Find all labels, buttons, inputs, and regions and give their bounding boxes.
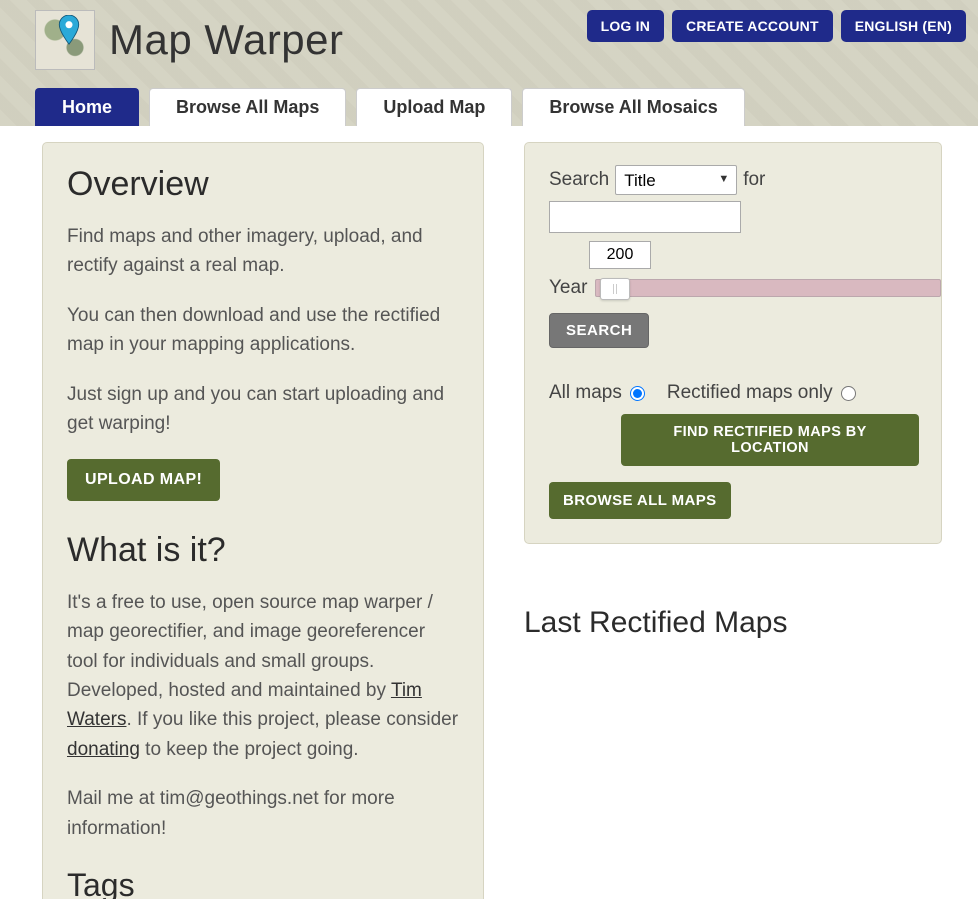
header: Map Warper LOG IN CREATE ACCOUNT ENGLISH… (0, 0, 978, 126)
tab-browse-mosaics[interactable]: Browse All Mosaics (522, 88, 744, 126)
rectified-only-label: Rectified maps only (667, 382, 833, 404)
tab-browse-maps[interactable]: Browse All Maps (149, 88, 346, 126)
main-tabs: Home Browse All Maps Upload Map Browse A… (35, 88, 745, 126)
overview-p1: Find maps and other imagery, upload, and… (67, 222, 459, 281)
overview-p2: You can then download and use the rectif… (67, 301, 459, 360)
search-label: Search (549, 169, 609, 191)
donating-link[interactable]: donating (67, 739, 140, 760)
year-input[interactable] (589, 241, 651, 269)
site-title: Map Warper (109, 16, 344, 64)
site-logo[interactable] (35, 10, 95, 70)
tab-home[interactable]: Home (35, 88, 139, 126)
overview-heading: Overview (67, 165, 459, 204)
all-maps-label: All maps (549, 382, 622, 404)
overview-panel: Overview Find maps and other imagery, up… (42, 142, 484, 899)
whatis-p2: Mail me at tim@geothings.net for more in… (67, 784, 459, 843)
upload-map-button[interactable]: UPLOAD MAP! (67, 459, 220, 501)
search-button[interactable]: SEARCH (549, 313, 649, 348)
search-panel: Search Title ▼ for Year SEARCH (524, 142, 942, 544)
browse-all-maps-button[interactable]: BROWSE ALL MAPS (549, 482, 731, 519)
map-pin-icon (58, 15, 80, 45)
search-text-input[interactable] (549, 201, 741, 233)
whatis-heading: What is it? (67, 531, 459, 570)
all-maps-radio[interactable] (630, 386, 645, 401)
search-field-select[interactable]: Title (615, 165, 737, 195)
year-slider-thumb[interactable] (600, 278, 630, 300)
find-rectified-button[interactable]: FIND RECTIFIED MAPS BY LOCATION (621, 414, 919, 466)
last-rectified-heading: Last Rectified Maps (524, 606, 942, 640)
year-label: Year (549, 277, 587, 299)
login-button[interactable]: LOG IN (587, 10, 664, 42)
overview-p3: Just sign up and you can start uploading… (67, 380, 459, 439)
language-button[interactable]: ENGLISH (EN) (841, 10, 966, 42)
create-account-button[interactable]: CREATE ACCOUNT (672, 10, 833, 42)
year-slider[interactable] (595, 279, 941, 297)
whatis-p1: It's a free to use, open source map warp… (67, 588, 459, 765)
rectified-only-radio[interactable] (841, 386, 856, 401)
tags-heading: Tags (67, 867, 459, 899)
tab-upload-map[interactable]: Upload Map (356, 88, 512, 126)
for-label: for (743, 169, 765, 191)
